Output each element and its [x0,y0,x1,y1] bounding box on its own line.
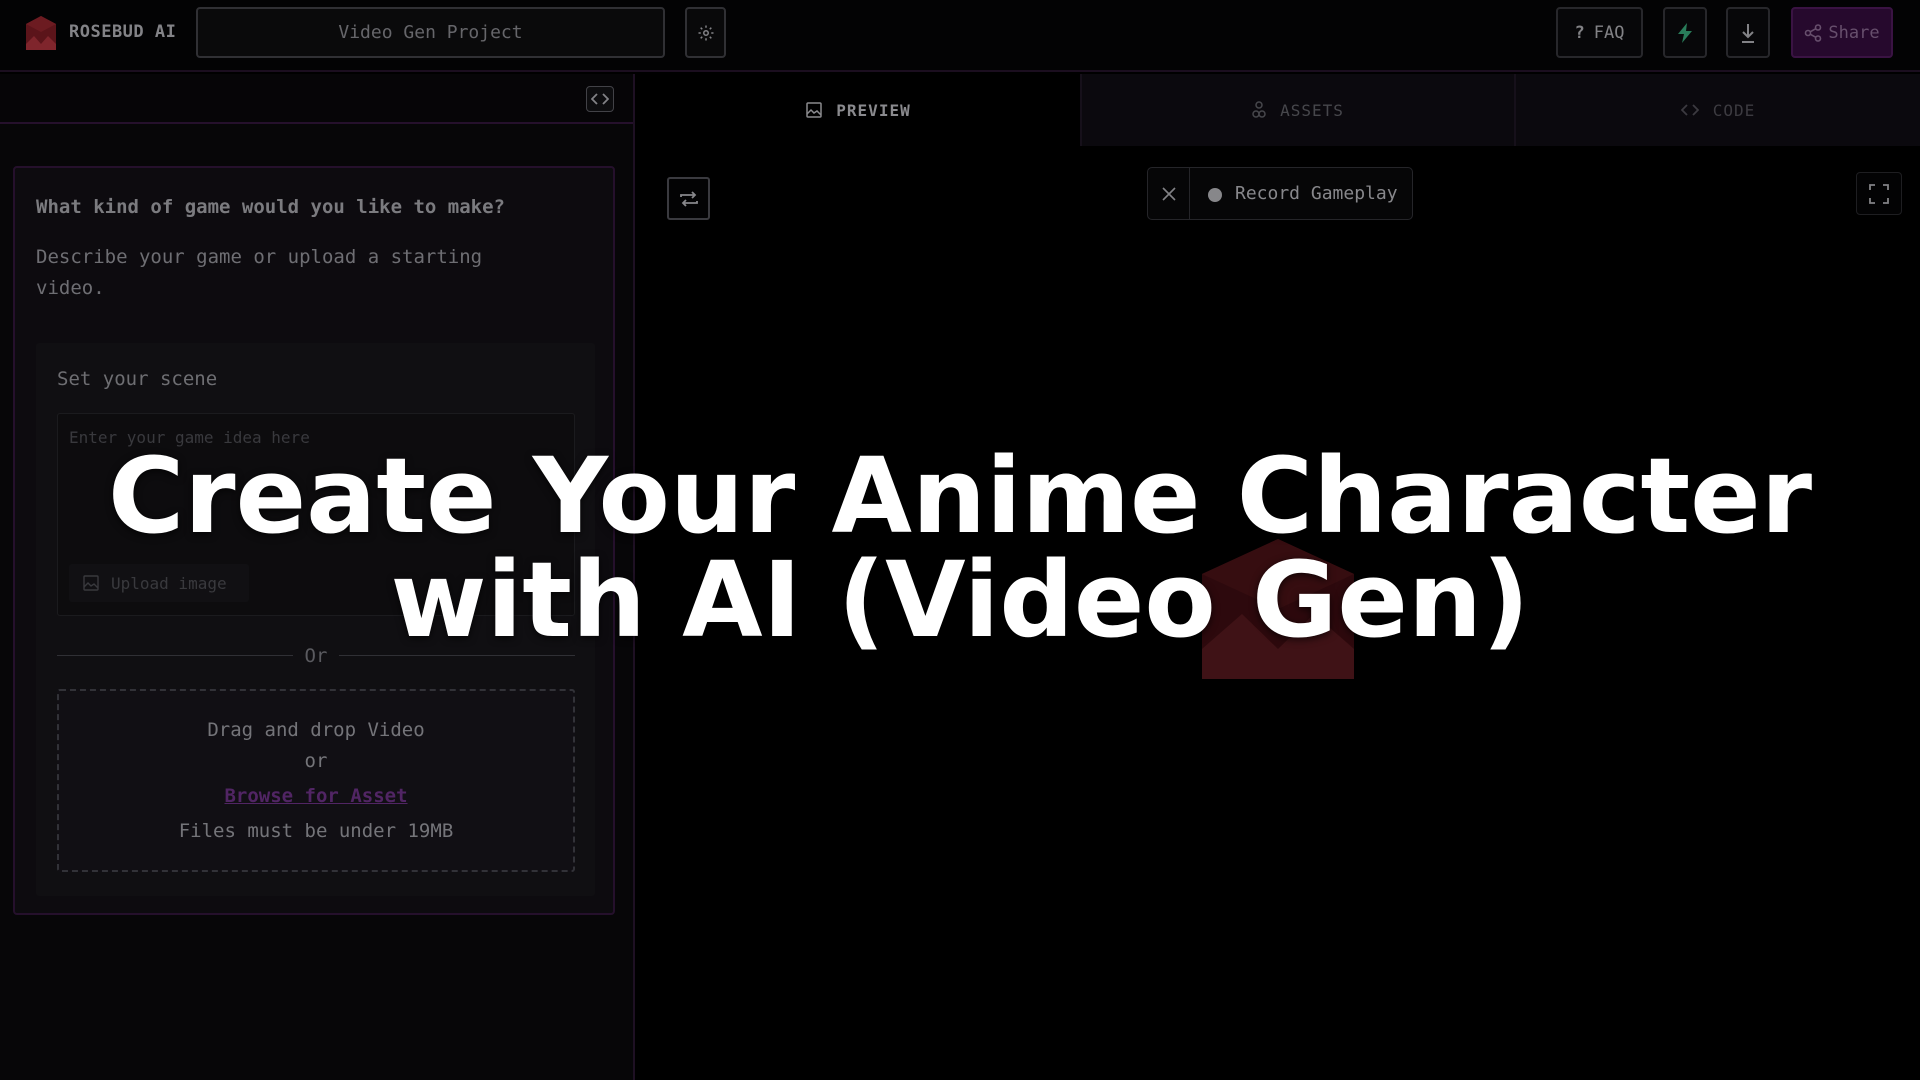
lightning-bolt-icon [1678,22,1692,43]
tab-preview[interactable]: PREVIEW [637,74,1080,146]
project-name-field[interactable]: Video Gen Project [196,7,665,58]
chat-panel-header [0,74,633,124]
fullscreen-icon [1869,183,1889,204]
rosebud-logo-icon[interactable] [22,14,60,52]
record-gameplay-control: Record Gameplay [1147,167,1413,220]
code-brackets-icon [591,93,609,105]
browse-asset-link[interactable]: Browse for Asset [59,785,573,807]
record-dot-icon [1208,188,1222,202]
top-bar: ROSEBUD AI Video Gen Project ? FAQ Share [0,0,1920,72]
settings-button[interactable] [685,7,726,58]
view-tabs: PREVIEW ASSETS CODE [637,74,1920,146]
overlay-headline-line-1: Create Your Anime Character [107,435,1812,557]
share-icon [1805,23,1822,42]
share-button[interactable]: Share [1791,7,1893,58]
gear-icon [698,25,713,40]
overlay-headline: Create Your Anime Character with AI (Vid… [0,444,1920,652]
faq-button[interactable]: ? FAQ [1556,7,1643,58]
dropzone-line-1: Drag and drop Video [207,719,425,741]
file-size-note: Files must be under 19MB [178,820,454,842]
video-dropzone[interactable]: Drag and drop Video or Browse for Asset … [57,689,575,872]
brand-name: ROSEBUD AI [69,22,177,42]
image-icon [806,102,823,118]
tab-preview-label: PREVIEW [836,100,911,120]
close-icon [1161,186,1176,201]
tab-code-label: CODE [1712,100,1756,120]
fullscreen-button[interactable] [1856,172,1902,215]
boost-button[interactable] [1663,7,1707,58]
download-icon [1742,23,1754,43]
swap-arrows-icon [679,190,698,207]
tab-assets[interactable]: ASSETS [1080,74,1514,146]
tab-code[interactable]: CODE [1514,74,1920,146]
assets-icon [1252,101,1266,118]
record-gameplay-button[interactable]: Record Gameplay [1235,183,1398,204]
close-record-button[interactable] [1148,168,1190,219]
faq-label: FAQ [1593,22,1625,43]
share-label: Share [1828,22,1880,43]
tab-assets-label: ASSETS [1280,100,1344,120]
code-toggle-button[interactable] [586,86,614,112]
swap-button[interactable] [667,177,710,220]
prompt-card-title: What kind of game would you like to make… [36,196,505,218]
prompt-card-subtitle: Describe your game or upload a starting … [36,246,483,299]
scene-label: Set your scene [57,368,218,390]
dropzone-line-2: or [304,750,328,772]
code-brackets-icon [1680,104,1699,116]
overlay-headline-line-2: with AI (Video Gen) [390,539,1530,661]
download-button[interactable] [1726,7,1770,58]
question-icon: ? [1574,22,1585,43]
